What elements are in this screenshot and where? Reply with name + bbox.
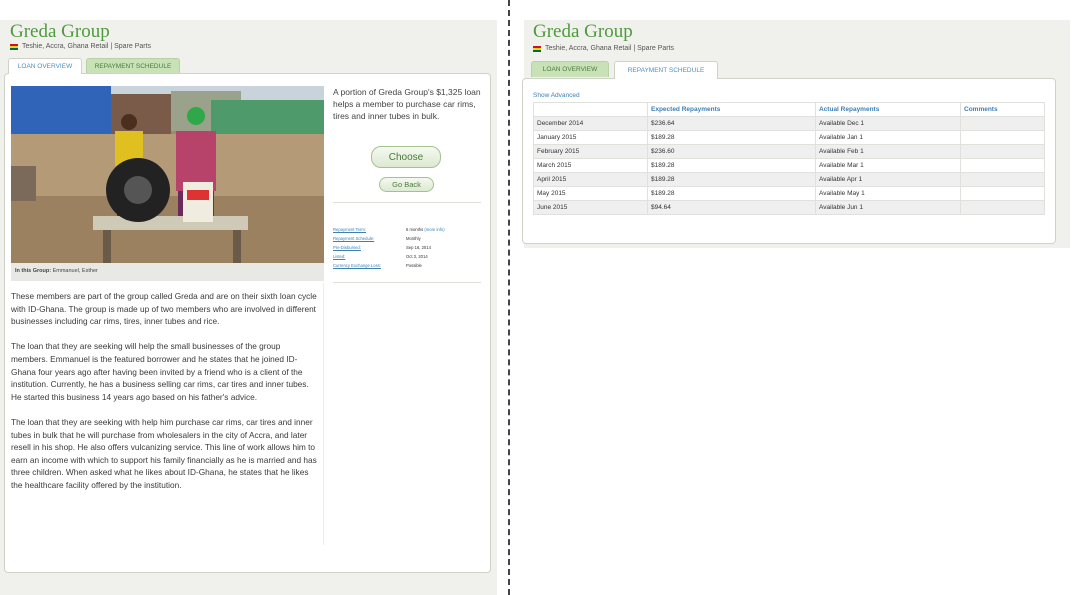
more-info-link[interactable]: (more info)	[424, 227, 444, 232]
comments-cell	[960, 186, 1045, 201]
repayment-table: Expected Repayments Actual Repayments Co…	[533, 102, 1045, 215]
table-row: June 2015 $94.64 Available Jun 1	[533, 200, 1045, 215]
actual-cell: Available Apr 1	[815, 172, 961, 187]
repayment-schedule-label[interactable]: Repayment Schedule:	[333, 234, 406, 243]
location-line: Teshie, Accra, Ghana Retail | Spare Part…	[10, 43, 151, 50]
table-row: April 2015 $189.28 Available Apr 1	[533, 172, 1045, 187]
tab-repayment-schedule[interactable]: REPAYMENT SCHEDULE	[614, 61, 718, 79]
table-row: January 2015 $189.28 Available Jan 1	[533, 130, 1045, 145]
column-divider	[323, 283, 324, 545]
column-header-period	[533, 102, 648, 117]
loan-pitch-text: A portion of Greda Group's $1,325 loan h…	[333, 87, 481, 121]
period-cell: December 2014	[533, 116, 648, 131]
photo-caption-label: In this Group:	[15, 268, 52, 274]
period-cell: March 2015	[533, 158, 648, 173]
pre-disbursed-value: Sep 16, 2014	[406, 245, 431, 250]
column-header-comments: Comments	[960, 102, 1045, 117]
period-cell: April 2015	[533, 172, 648, 187]
listed-label[interactable]: Listed:	[333, 252, 406, 261]
dashed-separator	[508, 0, 510, 595]
expected-cell: $189.28	[647, 186, 816, 201]
comments-cell	[960, 144, 1045, 159]
comments-cell	[960, 116, 1045, 131]
detail-row: Currency Exchange Loss: Possible	[333, 261, 483, 270]
actual-cell: Available Jan 1	[815, 130, 961, 145]
borrower-photo	[11, 86, 324, 263]
repayment-term-label[interactable]: Repayment Term:	[333, 225, 406, 234]
tab-loan-overview[interactable]: LOAN OVERVIEW	[531, 61, 609, 77]
actual-cell: Available Feb 1	[815, 144, 961, 159]
actual-cell: Available Dec 1	[815, 116, 961, 131]
period-cell: February 2015	[533, 144, 648, 159]
description-paragraph: The loan that they are seeking with help…	[11, 416, 317, 490]
comments-cell	[960, 158, 1045, 173]
expected-cell: $189.28	[647, 130, 816, 145]
detail-row: Repayment Schedule: Monthly	[333, 234, 483, 243]
pre-disbursed-label[interactable]: Pre-Disbursed:	[333, 243, 406, 252]
detail-row: Pre-Disbursed: Sep 16, 2014	[333, 243, 483, 252]
currency-loss-label[interactable]: Currency Exchange Loss:	[333, 261, 406, 270]
table-row: February 2015 $236.60 Available Feb 1	[533, 144, 1045, 159]
expected-cell: $94.64	[647, 200, 816, 215]
choose-button[interactable]: Choose	[371, 146, 441, 168]
period-cell: June 2015	[533, 200, 648, 215]
divider	[333, 202, 481, 203]
repayment-term-value: 6 months (more info)	[406, 227, 445, 232]
location-text: Teshie, Accra, Ghana Retail | Spare Part…	[22, 43, 152, 50]
listed-value: Oct 3, 2014	[406, 254, 428, 259]
period-cell: May 2015	[533, 186, 648, 201]
expected-cell: $236.60	[647, 144, 816, 159]
tab-repayment-schedule[interactable]: REPAYMENT SCHEDULE	[86, 58, 180, 74]
actual-cell: Available Jun 1	[815, 200, 961, 215]
currency-loss-value: Possible	[406, 263, 422, 268]
comments-cell	[960, 130, 1045, 145]
description-paragraph: The loan that they are seeking will help…	[11, 341, 309, 402]
page-title: Greda Group	[533, 21, 633, 42]
show-advanced-link[interactable]: Show Advanced	[533, 92, 580, 99]
loan-description: These members are part of the group call…	[11, 290, 319, 504]
page-title: Greda Group	[10, 21, 110, 42]
comments-cell	[960, 200, 1045, 215]
ghana-flag-icon	[533, 45, 541, 52]
period-cell: January 2015	[533, 130, 648, 145]
actual-cell: Available Mar 1	[815, 158, 961, 173]
location-line: Teshie, Accra, Ghana Retail | Spare Part…	[533, 45, 674, 52]
go-back-button[interactable]: Go Back	[379, 177, 434, 192]
repayment-schedule-value: Monthly	[406, 236, 421, 241]
comments-cell	[960, 172, 1045, 187]
actual-cell: Available May 1	[815, 186, 961, 201]
photo-caption: In this Group: Emmanuel, Esther	[11, 263, 324, 281]
ghana-flag-icon	[10, 43, 18, 50]
table-row: March 2015 $189.28 Available Mar 1	[533, 158, 1045, 173]
table-header-row: Expected Repayments Actual Repayments Co…	[533, 102, 1045, 117]
table-row: May 2015 $189.28 Available May 1	[533, 186, 1045, 201]
loan-details: Repayment Term: 6 months (more info) Rep…	[333, 225, 483, 270]
tab-loan-overview[interactable]: LOAN OVERVIEW	[8, 58, 82, 74]
expected-cell: $189.28	[647, 172, 816, 187]
description-paragraph: These members are part of the group call…	[11, 291, 317, 327]
divider	[333, 282, 481, 283]
detail-row: Listed: Oct 3, 2014	[333, 252, 483, 261]
photo-caption-names: Emmanuel, Esther	[51, 268, 98, 274]
column-header-actual: Actual Repayments	[815, 102, 961, 117]
expected-cell: $236.64	[647, 116, 816, 131]
location-text: Teshie, Accra, Ghana Retail | Spare Part…	[545, 45, 675, 52]
expected-cell: $189.28	[647, 158, 816, 173]
column-header-expected: Expected Repayments	[647, 102, 816, 117]
table-row: December 2014 $236.64 Available Dec 1	[533, 116, 1045, 131]
detail-row: Repayment Term: 6 months (more info)	[333, 225, 483, 234]
